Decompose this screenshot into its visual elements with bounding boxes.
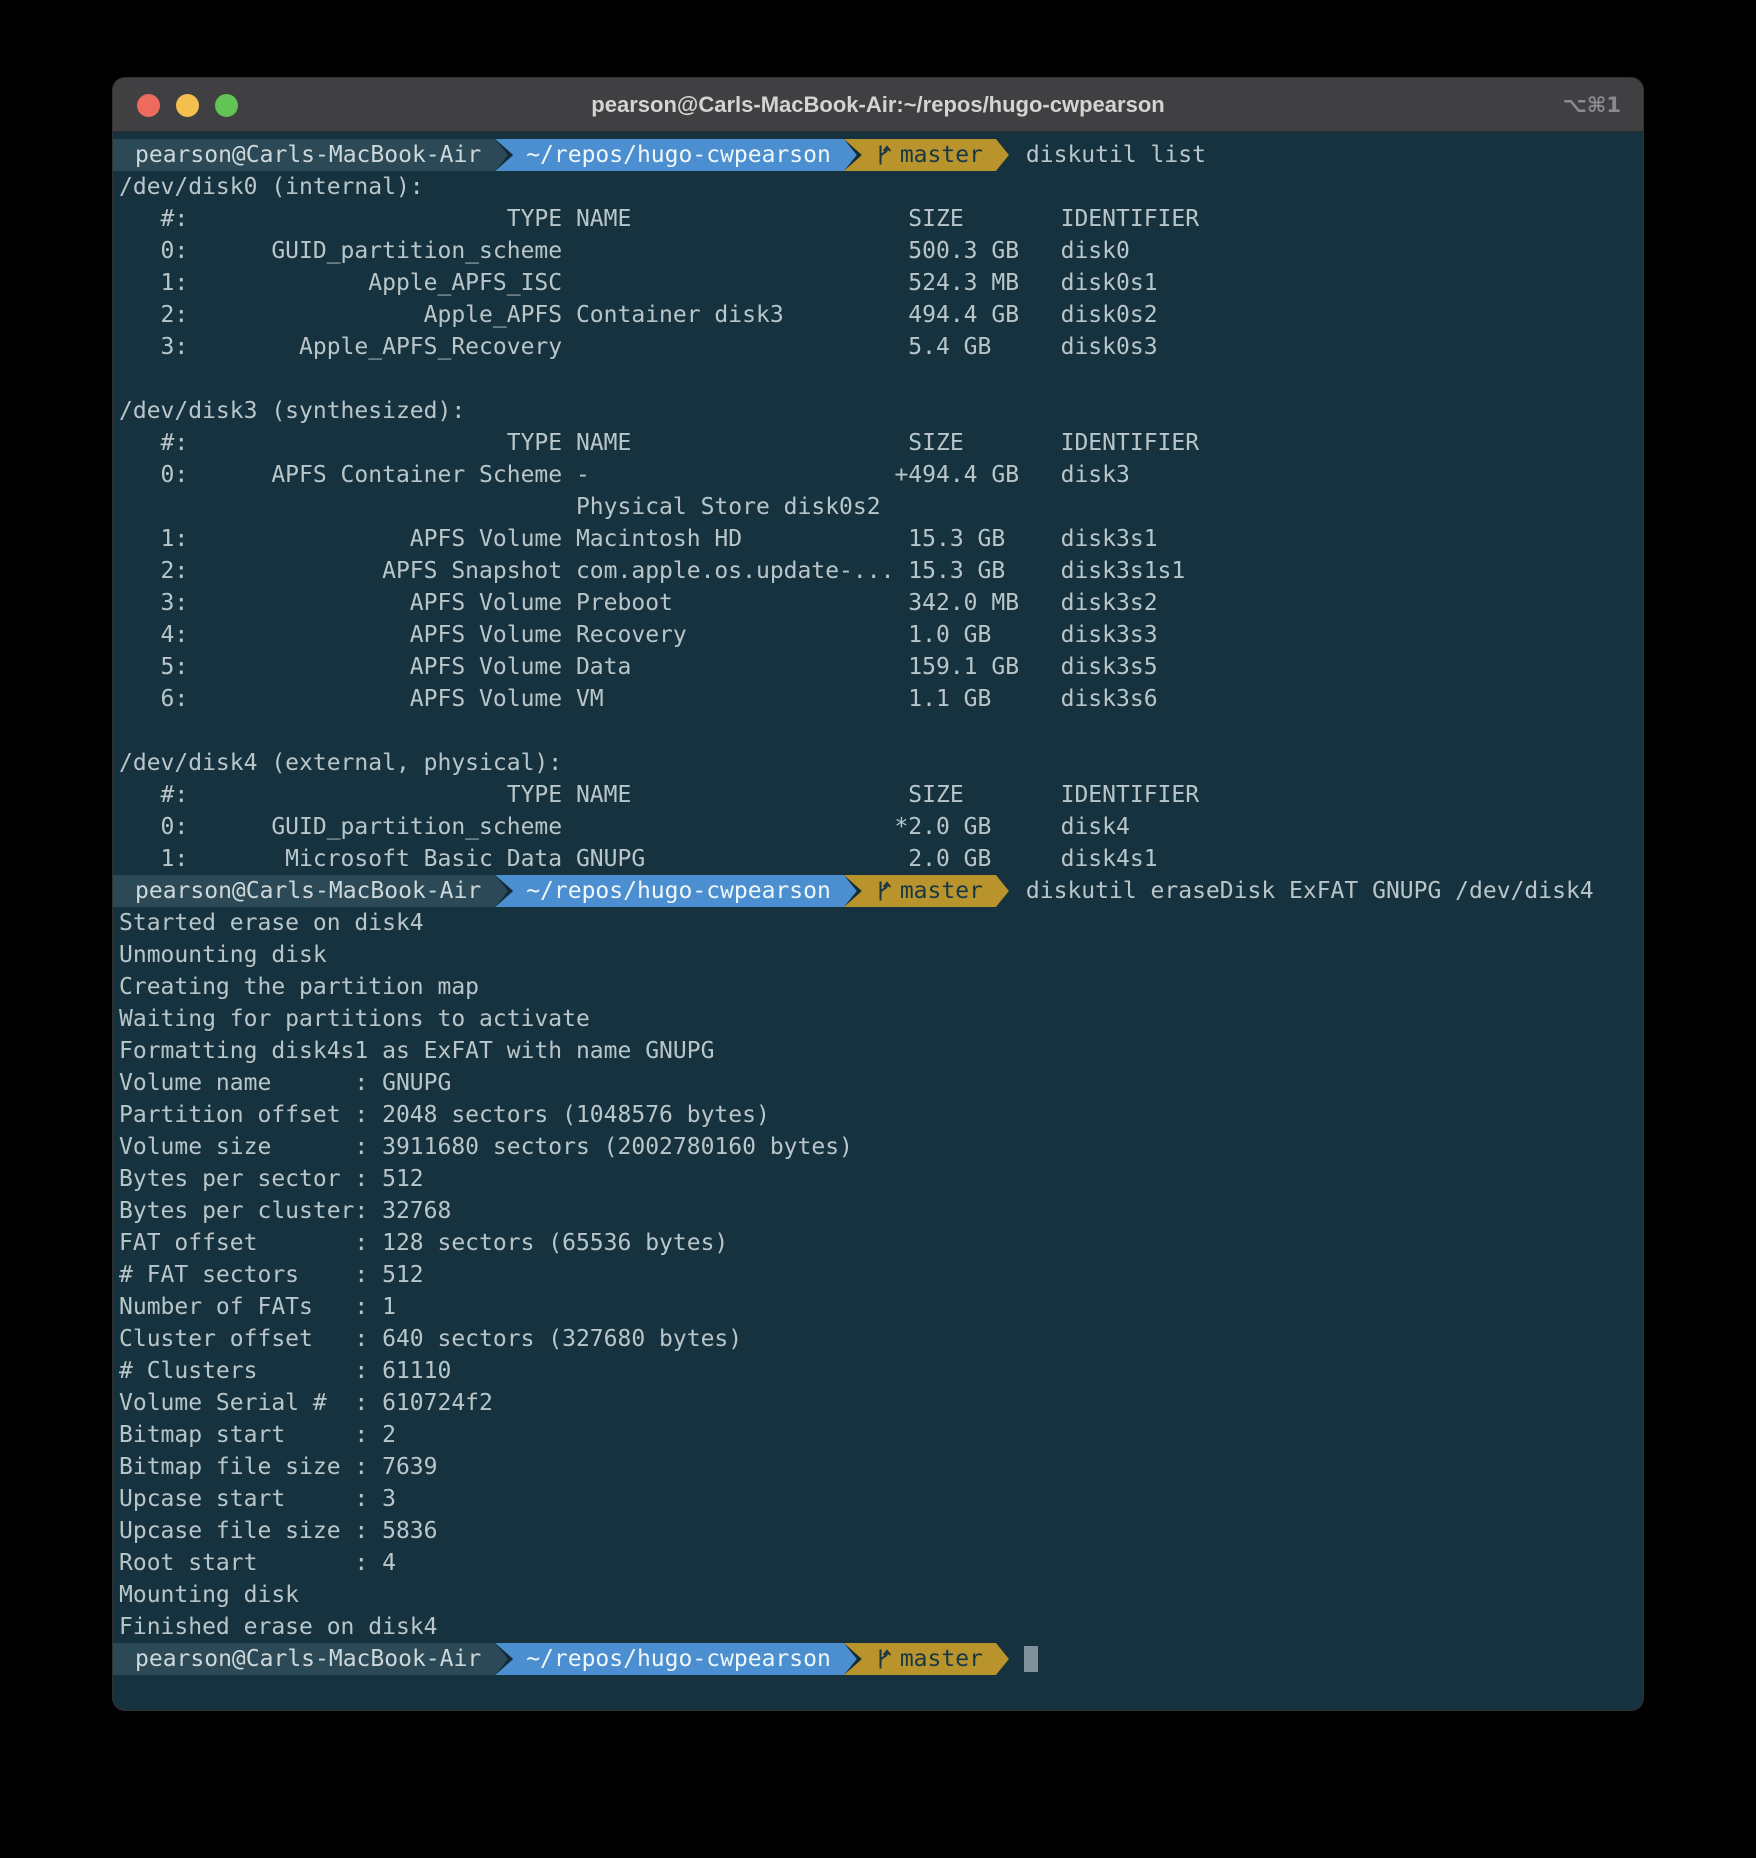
- powerline-arrow-icon: [996, 1643, 1014, 1675]
- powerline-arrow-icon: [996, 139, 1014, 171]
- shell-prompt-1: pearson@Carls-MacBook-Air ~/repos/hugo-c…: [113, 139, 1643, 171]
- erase-disk-output: Started erase on disk4 Unmounting disk C…: [113, 907, 1643, 1643]
- prompt-host: pearson@Carls-MacBook-Air: [135, 139, 481, 171]
- prompt-host: pearson@Carls-MacBook-Air: [135, 875, 481, 907]
- shell-prompt-3: pearson@Carls-MacBook-Air ~/repos/hugo-c…: [113, 1643, 1643, 1675]
- close-button[interactable]: [137, 94, 160, 117]
- git-branch-icon: [875, 1647, 892, 1671]
- command-text: diskutil list: [1014, 139, 1206, 171]
- prompt-branch-segment: master: [862, 139, 996, 171]
- command-text: diskutil eraseDisk ExFAT GNUPG /dev/disk…: [1014, 875, 1594, 907]
- powerline-arrow-icon: [844, 875, 862, 907]
- prompt-path-segment: ~/repos/hugo-cwpearson: [513, 139, 844, 171]
- prompt-path: ~/repos/hugo-cwpearson: [526, 875, 831, 907]
- terminal-cursor[interactable]: [1024, 1646, 1038, 1672]
- git-branch-name: master: [900, 1643, 983, 1675]
- traffic-lights: [137, 78, 238, 132]
- git-branch-name: master: [900, 139, 983, 171]
- minimize-button[interactable]: [176, 94, 199, 117]
- prompt-host-segment: pearson@Carls-MacBook-Air: [113, 139, 495, 171]
- prompt-branch-segment: master: [862, 875, 996, 907]
- fullscreen-button[interactable]: [215, 94, 238, 117]
- terminal-window: pearson@Carls-MacBook-Air:~/repos/hugo-c…: [113, 78, 1643, 1710]
- prompt-branch-segment: master: [862, 1643, 996, 1675]
- powerline-arrow-icon: [844, 1643, 862, 1675]
- window-title: pearson@Carls-MacBook-Air:~/repos/hugo-c…: [113, 92, 1643, 118]
- prompt-host-segment: pearson@Carls-MacBook-Air: [113, 875, 495, 907]
- powerline-arrow-icon: [844, 139, 862, 171]
- prompt-host: pearson@Carls-MacBook-Air: [135, 1643, 481, 1675]
- prompt-path: ~/repos/hugo-cwpearson: [526, 1643, 831, 1675]
- git-branch-icon: [875, 143, 892, 167]
- powerline-arrow-icon: [495, 139, 513, 171]
- powerline-arrow-icon: [996, 875, 1014, 907]
- prompt-host-segment: pearson@Carls-MacBook-Air: [113, 1643, 495, 1675]
- powerline-arrow-icon: [495, 1643, 513, 1675]
- window-shortcut-badge: ⌥⌘1: [1563, 93, 1621, 117]
- prompt-path: ~/repos/hugo-cwpearson: [526, 139, 831, 171]
- diskutil-list-output: /dev/disk0 (internal): #: TYPE NAME SIZE…: [113, 171, 1643, 875]
- powerline-arrow-icon: [495, 875, 513, 907]
- prompt-path-segment: ~/repos/hugo-cwpearson: [513, 875, 844, 907]
- shell-prompt-2: pearson@Carls-MacBook-Air ~/repos/hugo-c…: [113, 875, 1643, 907]
- git-branch-icon: [875, 879, 892, 903]
- git-branch-name: master: [900, 875, 983, 907]
- terminal-content[interactable]: pearson@Carls-MacBook-Air ~/repos/hugo-c…: [113, 133, 1643, 1710]
- prompt-path-segment: ~/repos/hugo-cwpearson: [513, 1643, 844, 1675]
- titlebar[interactable]: pearson@Carls-MacBook-Air:~/repos/hugo-c…: [113, 78, 1643, 132]
